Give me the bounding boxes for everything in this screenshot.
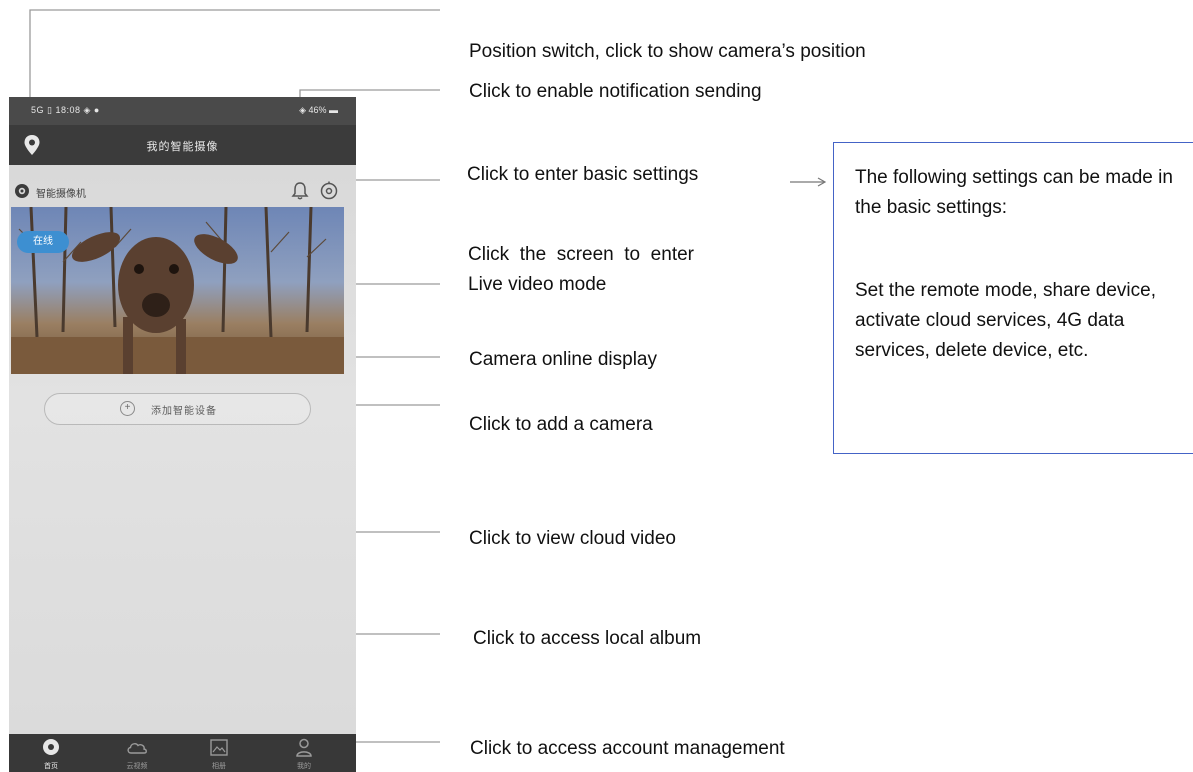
tab-cloud-video-label: 云视频 <box>126 763 148 770</box>
album-icon <box>210 739 228 756</box>
annotation-local-album: Click to access local album <box>473 628 702 649</box>
status-bar: 5G ▯ 18:08 ◈ ● ◈ 46% ▬ <box>9 97 356 125</box>
add-camera-button[interactable]: + 添加智能设备 <box>44 393 311 425</box>
status-right: ◈ 46% ▬ <box>299 105 338 115</box>
phone-screenshot: 5G ▯ 18:08 ◈ ● ◈ 46% ▬ 我的智能摄像 智能摄像机 在线 +… <box>9 97 356 772</box>
settings-icon[interactable] <box>319 181 339 201</box>
annotation-live-line1: Click the screen to enter <box>468 244 694 265</box>
tab-home[interactable]: 首页 <box>26 734 76 772</box>
device-name: 智能摄像机 <box>36 189 86 200</box>
tab-home-label: 首页 <box>44 763 58 770</box>
tab-cloud-video[interactable]: 云视频 <box>112 734 162 772</box>
basic-settings-infobox: The following settings can be made in th… <box>833 142 1193 454</box>
plus-icon: + <box>120 401 135 416</box>
annotation-account: Click to access account management <box>470 738 785 759</box>
infobox-body: Set the remote mode, share device, activ… <box>855 280 1156 361</box>
status-left: 5G ▯ 18:08 ◈ ● <box>31 105 100 115</box>
camera-icon <box>15 184 29 198</box>
annotation-basic-settings: Click to enter basic settings <box>467 164 699 185</box>
annotation-add-camera: Click to add a camera <box>469 414 653 435</box>
device-row: 智能摄像机 <box>9 175 356 205</box>
page-title: 我的智能摄像 <box>146 141 219 153</box>
tab-album[interactable]: 相册 <box>194 734 244 772</box>
bell-icon[interactable] <box>291 181 309 201</box>
annotation-online-display: Camera online display <box>469 349 657 370</box>
cloud-icon <box>127 743 147 754</box>
home-icon <box>43 739 59 755</box>
tab-account-label: 我的 <box>297 763 311 770</box>
annotation-position-switch: Position switch, click to show camera’s … <box>469 41 866 62</box>
person-icon <box>296 738 312 757</box>
annotation-notification: Click to enable notification sending <box>469 81 762 102</box>
tab-account[interactable]: 我的 <box>279 734 329 772</box>
add-camera-label: 添加智能设备 <box>151 406 217 417</box>
annotation-live-line2: Live video mode <box>468 274 607 295</box>
annotation-cloud-video: Click to view cloud video <box>469 528 676 549</box>
infobox-title: The following settings can be made in th… <box>855 167 1173 218</box>
tab-album-label: 相册 <box>212 763 226 770</box>
app-header: 我的智能摄像 <box>9 125 356 165</box>
bottom-tab-bar: 首页 云视频 相册 我的 <box>9 734 356 772</box>
online-status-badge: 在线 <box>17 231 69 253</box>
